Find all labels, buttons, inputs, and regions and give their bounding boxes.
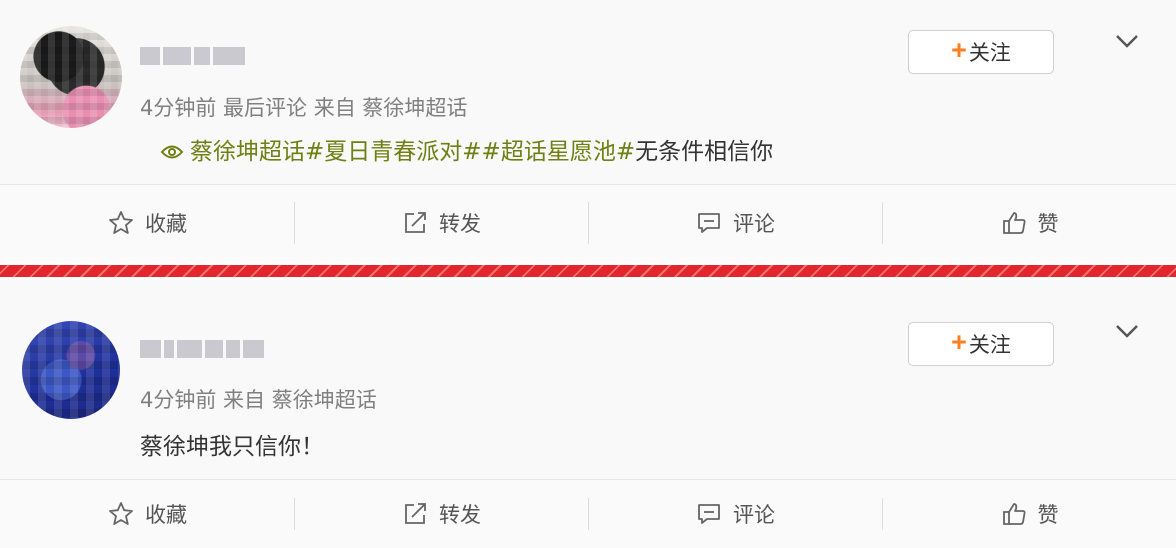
thumbs-up-icon bbox=[1002, 503, 1025, 525]
follow-button[interactable]: + 关注 bbox=[908, 322, 1054, 366]
post-content: 蔡徐坤超话#夏日青春派对##超话星愿池#无条件相信你 bbox=[160, 132, 773, 166]
hashtag-link[interactable]: #夏日青春派对# bbox=[305, 139, 482, 165]
post-meta: 4分钟前 最后评论 来自 蔡徐坤超话 bbox=[140, 96, 468, 120]
supertopic-icon bbox=[160, 145, 184, 159]
plus-icon: + bbox=[951, 35, 967, 65]
comment-button[interactable]: 评论 bbox=[588, 184, 882, 262]
follow-label: 关注 bbox=[968, 334, 1011, 357]
favorite-label: 收藏 bbox=[145, 212, 187, 236]
post-card: 4分钟前 最后评论 来自 蔡徐坤超话 蔡徐坤超话#夏日青春派对##超话星愿池#无… bbox=[0, 0, 1176, 262]
repost-button[interactable]: 转发 bbox=[294, 184, 588, 262]
repost-label: 转发 bbox=[439, 212, 481, 236]
like-button[interactable]: 赞 bbox=[882, 184, 1176, 262]
avatar[interactable] bbox=[20, 26, 122, 128]
separator-band bbox=[0, 262, 1176, 280]
chevron-down-icon[interactable] bbox=[1112, 30, 1142, 52]
post-text: 蔡徐坤我只信你！ bbox=[140, 434, 324, 460]
comment-icon bbox=[698, 504, 720, 524]
separator-stripe bbox=[0, 265, 1176, 277]
post-text: 无条件相信你 bbox=[635, 139, 774, 165]
follow-button[interactable]: + 关注 bbox=[908, 30, 1054, 74]
comment-label: 评论 bbox=[733, 503, 775, 527]
share-icon bbox=[405, 503, 426, 524]
comment-label: 评论 bbox=[733, 212, 775, 236]
like-button[interactable]: 赞 bbox=[882, 480, 1176, 548]
follow-label: 关注 bbox=[968, 42, 1011, 65]
star-icon bbox=[109, 502, 133, 525]
avatar[interactable] bbox=[22, 321, 120, 419]
supertopic-link[interactable]: 蔡徐坤超话 bbox=[190, 139, 305, 165]
action-bar: 收藏 转发 评论 赞 bbox=[0, 480, 1176, 548]
repost-label: 转发 bbox=[439, 503, 481, 527]
favorite-button[interactable]: 收藏 bbox=[0, 184, 294, 262]
thumbs-up-icon bbox=[1002, 212, 1025, 234]
action-bar: 收藏 转发 评论 赞 bbox=[0, 184, 1176, 262]
like-label: 赞 bbox=[1037, 503, 1059, 527]
star-icon bbox=[109, 211, 133, 234]
comment-icon bbox=[698, 213, 720, 233]
hashtag-link[interactable]: #超话星愿池# bbox=[482, 139, 636, 165]
favorite-button[interactable]: 收藏 bbox=[0, 480, 294, 548]
post-meta: 4分钟前 来自 蔡徐坤超话 bbox=[140, 388, 377, 412]
chevron-down-icon[interactable] bbox=[1112, 320, 1142, 342]
comment-button[interactable]: 评论 bbox=[588, 480, 882, 548]
plus-icon: + bbox=[951, 327, 967, 357]
username-blurred[interactable] bbox=[140, 340, 264, 358]
like-label: 赞 bbox=[1037, 212, 1059, 236]
repost-button[interactable]: 转发 bbox=[294, 480, 588, 548]
favorite-label: 收藏 bbox=[145, 503, 187, 527]
username-blurred[interactable] bbox=[140, 47, 248, 65]
share-icon bbox=[405, 212, 426, 233]
